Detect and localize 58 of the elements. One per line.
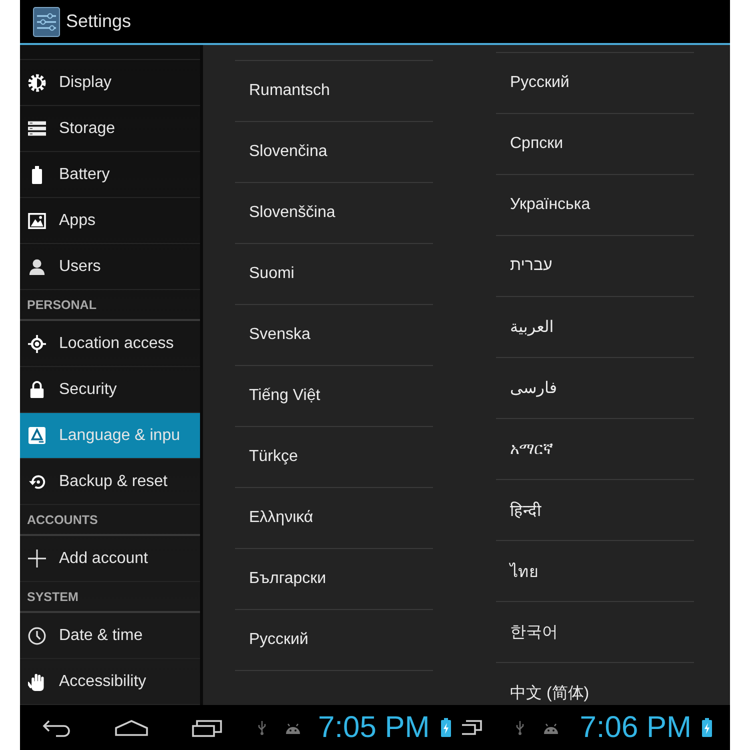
hand-icon (28, 672, 46, 690)
language-option[interactable]: עברית (510, 257, 552, 275)
clock-icon (28, 626, 46, 644)
section-header: ACCOUNTS (20, 505, 200, 536)
triangle-tile-icon (28, 427, 46, 444)
recents-icon[interactable] (192, 718, 222, 736)
lock-icon (28, 381, 46, 398)
usb-icon (258, 720, 266, 734)
crosshair-icon (28, 334, 46, 352)
robot-icon (285, 722, 301, 734)
language-option[interactable]: Tiếng Việt (249, 387, 320, 405)
robot-icon (542, 722, 559, 734)
section-header: PERSONAL (20, 290, 200, 321)
status-clock: 7:05 PM (318, 710, 430, 744)
screen-title: Settings (66, 11, 132, 32)
language-option[interactable]: Русский (249, 631, 308, 649)
settings-sliders-icon[interactable] (33, 6, 60, 36)
language-option[interactable]: فارسی (510, 378, 557, 398)
settings-menu-item[interactable]: Battery (20, 152, 200, 198)
settings-menu-item[interactable]: Backup & reset (20, 459, 200, 505)
settings-menu-item[interactable]: Location access (20, 321, 200, 367)
language-option[interactable]: Suomi (249, 265, 294, 283)
language-option[interactable]: 中文 (简体) (510, 682, 590, 704)
language-option[interactable]: Українська (510, 196, 590, 214)
picture-icon (28, 212, 46, 228)
language-option[interactable]: Български (249, 570, 326, 588)
plus-icon (28, 549, 46, 568)
battery-charging-icon (702, 718, 712, 737)
settings-menu-item[interactable]: Date & time (20, 613, 200, 659)
storage-icon (28, 121, 46, 136)
usb-icon (516, 720, 524, 734)
status-clock: 7:06 PM (580, 710, 692, 744)
settings-menu-item[interactable]: Display (20, 60, 200, 106)
settings-menu-item[interactable]: Storage (20, 106, 200, 152)
language-option[interactable]: Slovenčina (249, 143, 328, 161)
settings-menu-item[interactable]: Users (20, 244, 200, 290)
home-icon[interactable] (115, 720, 148, 736)
language-option[interactable]: Русский (510, 74, 570, 92)
language-option[interactable]: العربية (510, 317, 554, 337)
language-option[interactable]: Ελληνικά (249, 509, 314, 527)
settings-menu-item[interactable]: Apps (20, 198, 200, 244)
brightness-icon (28, 74, 46, 92)
section-header: SYSTEM (20, 582, 200, 613)
language-option[interactable]: 한국어 (510, 622, 558, 642)
back-icon[interactable] (42, 718, 72, 736)
language-option[interactable]: हिन्दी (510, 499, 541, 521)
circular-arrow-icon (28, 474, 46, 490)
language-option[interactable]: አማርኛ (510, 440, 553, 458)
language-option[interactable]: Svenska (249, 326, 310, 344)
battery-charging-icon (440, 718, 451, 737)
recents-icon[interactable] (462, 720, 482, 735)
language-option[interactable]: Rumantsch (249, 82, 330, 100)
settings-menu-item[interactable]: Add account (20, 536, 200, 582)
language-option[interactable]: ไทย (510, 558, 538, 584)
language-option[interactable]: Türkçe (249, 448, 298, 466)
language-option[interactable]: Српски (510, 135, 564, 153)
person-icon (28, 258, 46, 275)
language-option[interactable]: Slovenščina (249, 204, 336, 222)
